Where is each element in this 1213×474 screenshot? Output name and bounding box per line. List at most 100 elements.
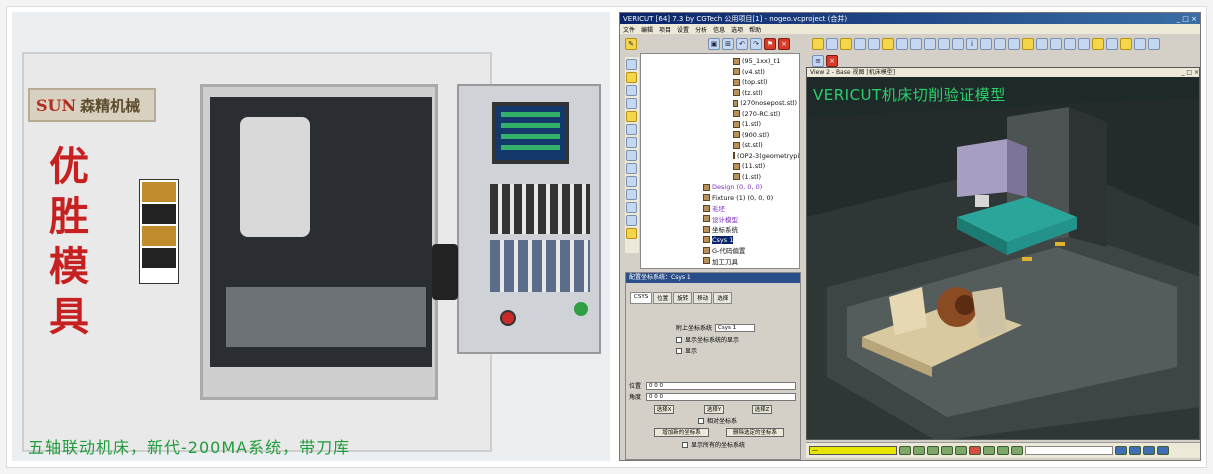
stop-icon[interactable]: ×	[826, 55, 838, 67]
delete-csys-button[interactable]: 删除选定的坐标系	[726, 428, 784, 437]
rotate-icon[interactable]	[1078, 38, 1090, 50]
tab-move[interactable]: 移动	[693, 292, 713, 304]
side-tool-icon[interactable]	[626, 85, 637, 96]
undo-icon[interactable]: ↶	[736, 38, 748, 50]
tree-item[interactable]: (top.stl)	[643, 77, 797, 88]
tree-icon[interactable]: ⊞	[722, 38, 734, 50]
angle-field[interactable]: 0 0 0	[646, 392, 796, 401]
close-icon[interactable]: ×	[778, 38, 790, 50]
info-icon[interactable]: i	[966, 38, 978, 50]
stock-icon[interactable]	[924, 38, 936, 50]
side-tool-icon[interactable]	[626, 137, 637, 148]
tree-item[interactable]: Fixture (1) (0, 0, 0)	[643, 193, 797, 204]
view-controls[interactable]: _ □ ×	[1181, 68, 1199, 77]
tree-item[interactable]: Csys 1	[643, 235, 797, 246]
report-icon[interactable]	[868, 38, 880, 50]
machine-icon[interactable]	[896, 38, 908, 50]
menu-info[interactable]: 信息	[713, 25, 725, 34]
fixture-icon[interactable]	[910, 38, 922, 50]
menu-help[interactable]: 帮助	[749, 25, 761, 34]
tree-item[interactable]: (1.stl)	[643, 119, 797, 130]
check1-box[interactable]	[676, 336, 682, 343]
tree-item[interactable]: 加工刀具	[643, 256, 797, 267]
add-csys-button[interactable]: 增加新的坐标系	[654, 428, 709, 437]
window-icon[interactable]	[1134, 38, 1146, 50]
measure-icon[interactable]	[980, 38, 992, 50]
design-icon[interactable]	[938, 38, 950, 50]
fit-icon[interactable]	[1050, 38, 1062, 50]
side-tool-icon[interactable]	[626, 163, 637, 174]
speed-slider[interactable]: —	[809, 446, 897, 455]
tree-item[interactable]: (270nosepost.stl)	[643, 98, 797, 109]
save-icon[interactable]	[826, 38, 838, 50]
pause-icon[interactable]	[1143, 446, 1155, 455]
tree-item[interactable]: 加工刀具：5_axis_mill_fanuc	[643, 266, 797, 268]
redo-icon[interactable]: ↷	[750, 38, 762, 50]
select-y-button[interactable]: 选择Y	[704, 405, 724, 414]
menu-edit[interactable]: 编辑	[641, 25, 653, 34]
menu-file[interactable]: 文件	[623, 25, 635, 34]
zoom-icon[interactable]	[1036, 38, 1048, 50]
side-tool-icon[interactable]	[626, 228, 637, 239]
side-tool-icon[interactable]	[626, 176, 637, 187]
side-tool-icon[interactable]	[626, 111, 637, 122]
tree-item[interactable]: (95_1xx)_t1	[643, 56, 797, 67]
split-icon[interactable]	[1148, 38, 1160, 50]
side-tool-icon[interactable]	[626, 98, 637, 109]
tab-csys[interactable]: CSYS	[630, 292, 653, 304]
restore-icon[interactable]	[1106, 38, 1118, 50]
tree-item[interactable]: (st.stl)	[643, 140, 797, 151]
tree-item[interactable]: 毛坯	[643, 203, 797, 214]
side-tool-icon[interactable]	[626, 202, 637, 213]
tool-icon[interactable]	[882, 38, 894, 50]
tab-position[interactable]: 位置	[653, 292, 673, 304]
select-z-button[interactable]: 选择Z	[752, 405, 772, 414]
menu-options[interactable]: 选项	[731, 25, 743, 34]
tree-item[interactable]: (OP2-3(geometrypin) )	[643, 151, 799, 162]
menu-project[interactable]: 项目	[659, 25, 671, 34]
tab-rotate[interactable]: 旋转	[673, 292, 693, 304]
tree-item[interactable]: G-代码偏置	[643, 245, 797, 256]
side-tool-icon[interactable]	[626, 72, 637, 83]
graphics-view[interactable]: View 2 - Base 视图 [机床模型] _ □ × VERICUT机床切…	[806, 67, 1200, 440]
check4-box[interactable]	[682, 441, 688, 448]
check3-box[interactable]	[698, 417, 704, 424]
attach-select[interactable]: Csys 1	[715, 323, 756, 332]
menu-setup[interactable]: 设置	[677, 25, 689, 34]
tab-select[interactable]: 选择	[713, 292, 733, 304]
tree-item[interactable]: 设计模型	[643, 214, 797, 225]
location-field[interactable]: 0 0 0	[646, 381, 796, 390]
tree-item[interactable]: (11.stl)	[643, 161, 797, 172]
tree-item[interactable]: Design (0, 0, 0)	[643, 182, 797, 193]
menu-icon[interactable]: ≡	[812, 55, 824, 67]
folder-icon[interactable]	[840, 38, 852, 50]
side-tool-icon[interactable]	[626, 150, 637, 161]
light-icon[interactable]	[1022, 38, 1034, 50]
tree-item[interactable]: 坐标系统	[643, 224, 797, 235]
tree-item[interactable]: (270-RC.stl)	[643, 109, 797, 120]
open-icon[interactable]	[812, 38, 824, 50]
layout-icon[interactable]: ▣	[708, 38, 720, 50]
side-tool-icon[interactable]	[626, 124, 637, 135]
play-icon[interactable]	[1157, 446, 1169, 455]
select-x-button[interactable]: 选择X	[654, 405, 674, 414]
menu-analysis[interactable]: 分析	[695, 25, 707, 34]
compare-icon[interactable]	[952, 38, 964, 50]
pencil-icon[interactable]: ✎	[625, 38, 637, 50]
disk-icon[interactable]	[854, 38, 866, 50]
pan-icon[interactable]	[1064, 38, 1076, 50]
tree-item[interactable]: (tz.stl)	[643, 88, 797, 99]
side-tool-icon[interactable]	[626, 215, 637, 226]
side-tool-icon[interactable]	[626, 59, 637, 70]
section-icon[interactable]	[1008, 38, 1020, 50]
tree-item[interactable]: (v4.stl)	[643, 67, 797, 78]
check2-box[interactable]	[676, 347, 682, 354]
tree-item[interactable]: (1.stl)	[643, 172, 797, 183]
window-controls[interactable]: _ □ ×	[1177, 15, 1197, 23]
flag-icon[interactable]: ⚑	[764, 38, 776, 50]
optimize-icon[interactable]	[994, 38, 1006, 50]
rewind-icon[interactable]	[1115, 446, 1127, 455]
tree-item[interactable]: (900.stl)	[643, 130, 797, 141]
color-icon[interactable]	[1120, 38, 1132, 50]
side-tool-icon[interactable]	[626, 189, 637, 200]
